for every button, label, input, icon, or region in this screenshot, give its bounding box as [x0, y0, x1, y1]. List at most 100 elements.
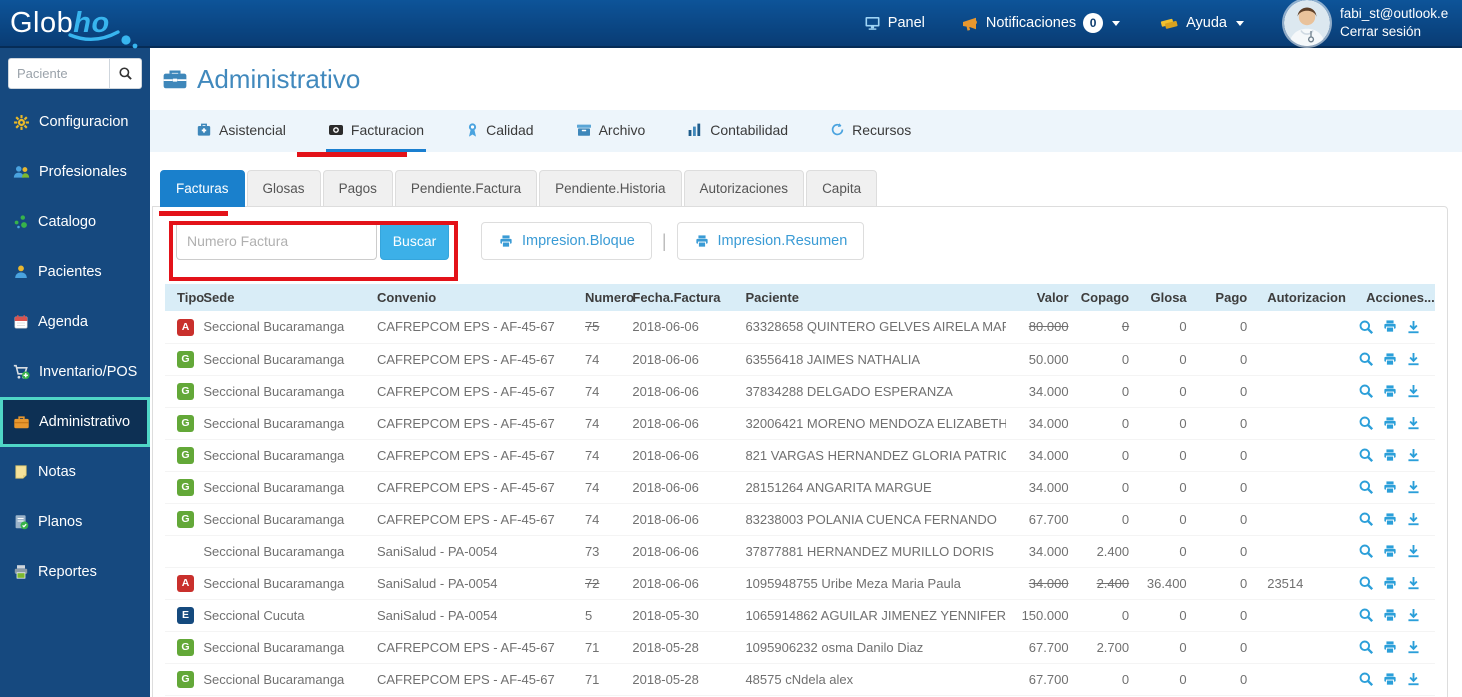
sidebar-item-inventario-pos[interactable]: Inventario/POS: [0, 347, 150, 397]
logout-link[interactable]: Cerrar sesión: [1340, 23, 1462, 41]
controls-separator: |: [662, 231, 667, 252]
row-actions: [1354, 671, 1427, 687]
cell-text: 28151264 ANGARITA MARGUE: [745, 480, 931, 495]
row-download-icon[interactable]: [1406, 639, 1421, 655]
row-search-icon[interactable]: [1358, 671, 1374, 687]
sidebar-item-pacientes[interactable]: Pacientes: [0, 247, 150, 297]
row-print-icon[interactable]: [1382, 384, 1398, 399]
panel-link[interactable]: Panel: [864, 15, 925, 31]
tab-archivo[interactable]: Archivo: [574, 110, 648, 152]
row-download-icon[interactable]: [1406, 607, 1421, 623]
row-print-icon[interactable]: [1382, 576, 1398, 591]
column-header-paciente: Paciente: [745, 284, 1005, 311]
row-download-icon[interactable]: [1406, 351, 1421, 367]
row-download-icon[interactable]: [1406, 575, 1421, 591]
row-print-icon[interactable]: [1382, 544, 1398, 559]
cell-copago: 0: [1077, 471, 1138, 503]
sidebar-item-notas[interactable]: Notas: [0, 447, 150, 497]
tab-calidad[interactable]: Calidad: [464, 110, 535, 152]
table-row: GSeccional BucaramangaCAFREPCOM EPS - AF…: [165, 631, 1435, 663]
row-search-icon[interactable]: [1358, 575, 1374, 591]
cell-text: 1095948755 Uribe Meza Maria Paula: [745, 576, 960, 591]
row-download-icon[interactable]: [1406, 383, 1421, 399]
cell-autorizacion: 23514: [1255, 567, 1354, 599]
row-search-icon[interactable]: [1358, 319, 1374, 335]
row-download-icon[interactable]: [1406, 543, 1421, 559]
cell-paciente: 48575 cNdela alex: [745, 663, 1005, 695]
table-row: GSeccional BucaramangaCAFREPCOM EPS - AF…: [165, 343, 1435, 375]
tab-facturacion[interactable]: Facturacion: [326, 110, 426, 152]
row-print-icon[interactable]: [1382, 448, 1398, 463]
row-download-icon[interactable]: [1406, 415, 1421, 431]
cell-valor: 34.000: [1006, 567, 1077, 599]
patient-search-input[interactable]: [8, 58, 109, 89]
row-search-icon[interactable]: [1358, 383, 1374, 399]
row-download-icon[interactable]: [1406, 319, 1421, 335]
cell-text: 71: [585, 640, 599, 655]
row-download-icon[interactable]: [1406, 671, 1421, 687]
impresion-bloque-button[interactable]: Impresion.Bloque: [481, 222, 652, 260]
cell-text: CAFREPCOM EPS - AF-45-67: [377, 672, 555, 687]
row-print-icon[interactable]: [1382, 416, 1398, 431]
sidebar-item-planos[interactable]: Planos: [0, 497, 150, 547]
cell-text: 34.000: [1029, 544, 1069, 559]
sidebar-item-profesionales[interactable]: Profesionales: [0, 147, 150, 197]
cell-valor: 67.700: [1006, 663, 1077, 695]
row-download-icon[interactable]: [1406, 511, 1421, 527]
column-header-sede: Sede: [203, 284, 377, 311]
cell-text: 23514: [1267, 576, 1303, 591]
cell-paciente: 83238003 POLANIA CUENCA FERNANDO: [745, 503, 1005, 535]
cell-valor: 67.700: [1006, 503, 1077, 535]
invoice-number-input[interactable]: [176, 222, 377, 260]
subtab-facturas[interactable]: Facturas: [160, 170, 245, 207]
row-search-icon[interactable]: [1358, 639, 1374, 655]
tab-contabilidad[interactable]: Contabilidad: [685, 110, 790, 152]
cell-convenio: CAFREPCOM EPS - AF-45-67: [377, 471, 585, 503]
impresion-resumen-button[interactable]: Impresion.Resumen: [677, 222, 865, 260]
row-print-icon[interactable]: [1382, 480, 1398, 495]
sidebar-item-reportes[interactable]: Reportes: [0, 547, 150, 597]
subtab-glosas[interactable]: Glosas: [247, 170, 321, 207]
row-search-icon[interactable]: [1358, 447, 1374, 463]
subtab-pendiente-factura[interactable]: Pendiente.Factura: [395, 170, 537, 207]
patient-search-button[interactable]: [109, 58, 142, 89]
subtab-pendiente-historia[interactable]: Pendiente.Historia: [539, 170, 681, 207]
row-search-icon[interactable]: [1358, 543, 1374, 559]
cell-autorizacion: [1255, 343, 1354, 375]
subtab-capita[interactable]: Capita: [806, 170, 877, 207]
buscar-button[interactable]: Buscar: [380, 222, 449, 260]
row-search-icon[interactable]: [1358, 607, 1374, 623]
row-search-icon[interactable]: [1358, 415, 1374, 431]
row-search-icon[interactable]: [1358, 511, 1374, 527]
user-avatar[interactable]: [1284, 0, 1330, 46]
row-download-icon[interactable]: [1406, 447, 1421, 463]
tab-asistencial[interactable]: Asistencial: [194, 110, 288, 152]
cell-numero: 5: [585, 599, 632, 631]
row-search-icon[interactable]: [1358, 479, 1374, 495]
row-print-icon[interactable]: [1382, 319, 1398, 334]
row-search-icon[interactable]: [1358, 351, 1374, 367]
sidebar-item-agenda[interactable]: Agenda: [0, 297, 150, 347]
sidebar-item-catalogo[interactable]: Catalogo: [0, 197, 150, 247]
subtab-autorizaciones[interactable]: Autorizaciones: [684, 170, 805, 207]
help-link[interactable]: Ayuda: [1160, 15, 1244, 32]
sidebar-item-administrativo[interactable]: Administrativo: [0, 397, 150, 447]
cell-text: CAFREPCOM EPS - AF-45-67: [377, 416, 555, 431]
row-print-icon[interactable]: [1382, 672, 1398, 687]
row-print-icon[interactable]: [1382, 640, 1398, 655]
facturas-panel: Buscar Impresion.Bloque | Impresion.Resu…: [152, 206, 1448, 697]
row-print-icon[interactable]: [1382, 512, 1398, 527]
sidebar-item-configuracion[interactable]: Configuracion: [0, 97, 150, 147]
subtab-pagos[interactable]: Pagos: [323, 170, 393, 207]
cell-text: 63556418 JAIMES NATHALIA: [745, 352, 920, 367]
row-download-icon[interactable]: [1406, 479, 1421, 495]
notifications-link[interactable]: Notificaciones 0: [961, 13, 1120, 33]
row-print-icon[interactable]: [1382, 608, 1398, 623]
cell-text: 37877881 HERNANDEZ MURILLO DORIS: [745, 544, 994, 559]
cell-text: CAFREPCOM EPS - AF-45-67: [377, 640, 555, 655]
tab-recursos[interactable]: Recursos: [828, 110, 913, 152]
cell-tipo: A: [165, 567, 203, 599]
cell-text: Seccional Bucaramanga: [203, 416, 344, 431]
row-print-icon[interactable]: [1382, 352, 1398, 367]
app-logo[interactable]: Globho: [10, 7, 160, 40]
